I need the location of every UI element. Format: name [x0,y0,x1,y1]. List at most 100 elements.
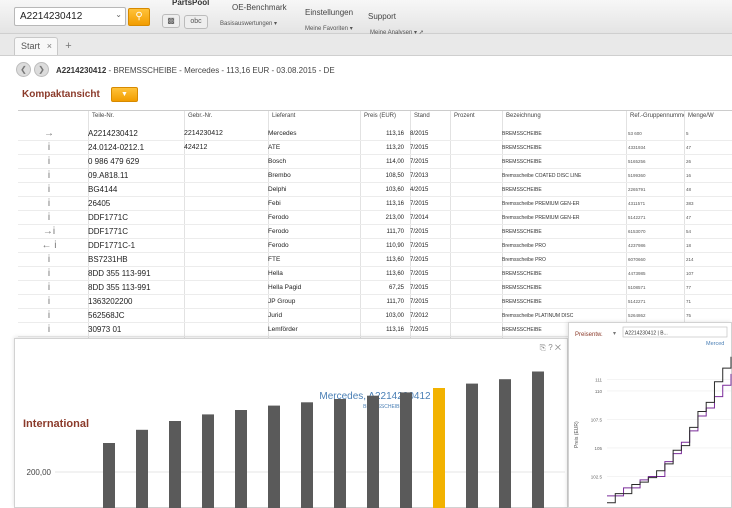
row-action-icon[interactable]: i [18,211,80,225]
bar[interactable] [466,383,478,508]
row-action-icon[interactable]: i [18,323,80,337]
tab-start-label: Start [21,41,41,51]
table-row[interactable]: i 562568JC Jurid 103,00 7/2012 Bremsscheibe P… [18,309,732,323]
table-row[interactable]: →i DDF1771C Ferodo 111,70 7/2015 BREMSSCHEIBE… [18,225,732,239]
add-tab-button[interactable]: + [62,40,75,53]
row-action-icon[interactable]: i [18,183,80,197]
forward-arrow-icon: ❯ [38,65,45,74]
close-icon[interactable]: × [47,41,52,51]
tab-start[interactable]: Start × [14,37,58,55]
col-header-preis[interactable]: Preis (EUR) [360,111,410,123]
row-action-icon[interactable]: →i [18,225,80,239]
table-row[interactable]: i BS7231HB FTE 113,60 7/2015 Bremsscheibe PRO… [18,253,732,267]
row-action-icon[interactable]: ← i [18,239,80,253]
cell-menge: 48 [686,187,692,192]
bar[interactable] [499,379,511,508]
cell-menge: 18 [686,243,692,248]
tab-einstellungen[interactable]: Einstellungen [305,8,353,21]
row-action-icon[interactable]: i [18,309,80,323]
bar[interactable] [169,421,181,508]
col-header-bezeichnung[interactable]: Bezeichnung [502,111,626,123]
chevron-down-icon[interactable]: ⌄ [115,10,122,19]
menu-meine-favoriten[interactable]: Meine Favoriten ▾ [305,25,353,32]
cell-gebr-nr [184,155,264,169]
breadcrumb-part-number: A2214230412 [56,66,107,75]
row-action-icon[interactable]: i [18,267,80,281]
preis-legend: Merced [706,341,724,347]
menu-basisauswertungen-label: Basisauswertungen [220,21,273,27]
table-row[interactable]: i 24.0124-0212.1 424212 ATE 113,20 7/2015 BREM… [18,141,732,155]
cell-menge: 5 [686,131,689,136]
cell-stand: 7/2012 [410,313,429,319]
cell-menge: 383 [686,201,694,206]
bar[interactable] [235,410,247,508]
col-header-menge[interactable]: Menge/W [684,111,732,123]
obc-button[interactable]: obc [184,15,208,29]
row-action-icon[interactable]: i [18,281,80,295]
tab-partspool[interactable]: PartsPool [172,0,209,11]
part-search-box[interactable]: ⌄ [14,7,126,26]
bar[interactable] [400,392,412,508]
row-action-icon[interactable]: i [18,197,80,211]
cell-lieferant: Jurid [268,312,283,319]
cell-bezeichnung: BREMSSCHEIBE [502,271,542,277]
col-header-teile-nr[interactable]: Teile-Nr. [88,111,184,123]
tab-support[interactable]: Support [368,12,396,25]
bar[interactable] [136,429,148,508]
tab-oe-benchmark[interactable]: OE-Benchmark [232,3,287,16]
cell-ref-gruppe: 5142271 [628,215,646,220]
table-row[interactable]: i 09.A818.11 Brembo 108,50 7/2013 Bremsscheib… [18,169,732,183]
bar[interactable] [202,414,214,508]
bar[interactable] [103,443,115,508]
table-row[interactable]: → A2214230412 2214230412 Mercedes 113,16 8/20… [18,127,732,141]
bar[interactable] [334,399,346,508]
table-row[interactable]: i 8DD 355 113-991 Hella 113,60 7/2015 BREMSSC… [18,267,732,281]
cell-ref-gruppe: 6153070 [628,229,646,234]
cell-stand: 7/2015 [410,159,429,165]
col-header-ref-gruppe[interactable]: Ref.-Gruppennummer [626,111,684,123]
cell-lieferant: Mercedes [268,130,297,137]
table-row[interactable]: i 8DD 355 113-991 Hella Pagid 67,25 7/2015 BR… [18,281,732,295]
col-header-gebr-nr[interactable]: Gebr.-Nr. [184,111,268,123]
part-search-input[interactable] [15,8,111,25]
search-button[interactable]: ⚲ [128,8,150,26]
bar[interactable] [301,402,313,508]
cell-menge: 71 [686,299,692,304]
cell-gebr-nr: 2214230412 [184,130,223,137]
cell-teile-nr: 30973 01 [88,325,122,334]
filter-button[interactable]: ▼ [111,87,138,102]
cell-menge: 16 [686,173,692,178]
row-action-icon[interactable]: i [18,253,80,267]
bar[interactable] [268,405,280,508]
col-header-stand[interactable]: Stand [410,111,450,123]
table-row[interactable]: i 0 986 479 629 Bosch 114,00 7/2015 BREMSSCHE… [18,155,732,169]
col-header-lieferant[interactable]: Lieferant [268,111,360,123]
menu-basisauswertungen[interactable]: Basisauswertungen ▾ [220,20,277,27]
back-button[interactable]: ❮ [16,62,31,77]
row-action-icon[interactable]: i [18,155,80,169]
cell-teile-nr: A2214230412 [88,129,138,138]
cell-bezeichnung: Bremsscheibe PREMIUM GEN-ER [502,215,580,221]
table-row[interactable]: i 26405 Febi 113,16 7/2015 Bremsscheibe PREMI… [18,197,732,211]
bar[interactable] [532,371,544,508]
table-row[interactable]: i BG4144 Delphi 103,60 4/2015 BREMSSCHEIBE 226… [18,183,732,197]
cell-gebr-nr [184,169,264,183]
row-action-icon[interactable]: i [18,169,80,183]
bar[interactable] [367,395,379,508]
row-action-icon[interactable]: i [18,141,80,155]
preis-filter-icon[interactable]: ▾ [613,331,616,337]
cell-preis: 111,70 [386,229,404,235]
row-action-icon[interactable]: → [18,127,80,141]
table-row[interactable]: ← i DDF1771C-1 Ferodo 110,90 7/2015 Bremssche… [18,239,732,253]
cell-bezeichnung: BREMSSCHEIBE [502,187,542,193]
cell-menge: 47 [686,145,692,150]
car-button[interactable]: ▩ [162,14,180,28]
table-row[interactable]: i 1363202200 JP Group 111,70 7/2015 BREMSSCHE… [18,295,732,309]
bar-highlighted[interactable] [433,388,445,508]
preis-series-line[interactable] [607,373,732,497]
row-action-icon[interactable]: i [18,295,80,309]
table-row[interactable]: i DDF1771C Ferodo 213,00 7/2014 Bremsscheibe … [18,211,732,225]
preis-series-line[interactable] [607,356,732,504]
forward-button[interactable]: ❯ [34,62,49,77]
col-header-prozent[interactable]: Prozent [450,111,502,123]
